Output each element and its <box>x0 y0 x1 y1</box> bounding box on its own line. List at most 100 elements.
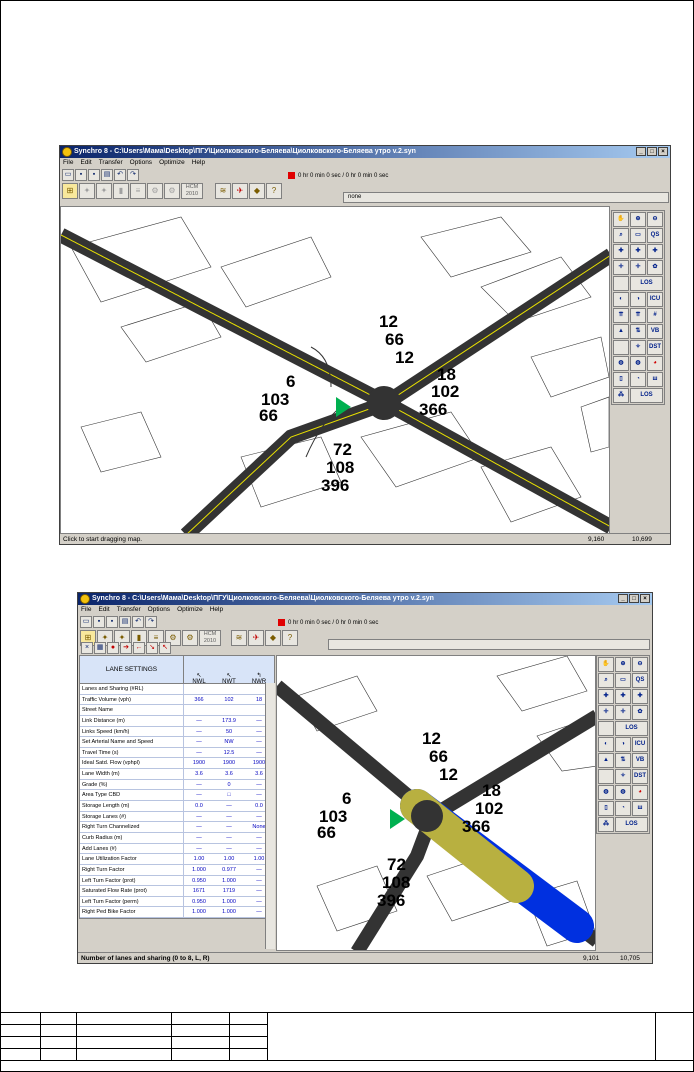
menu-options[interactable]: Options <box>148 605 170 615</box>
node-dot-icon[interactable]: ● <box>107 642 119 654</box>
network-map[interactable]: 12 66 12 18 102 366 6 103 66 72 108 396 <box>61 207 610 534</box>
redo-icon[interactable]: ↷ <box>145 616 157 628</box>
zoom-scale-icon[interactable]: QS <box>647 228 663 243</box>
move-node-icon[interactable]: ✚ <box>630 244 646 259</box>
lane-group-icon[interactable]: ⇈ <box>613 308 629 323</box>
row-cell[interactable]: 1.000 <box>214 907 244 917</box>
row-cell[interactable] <box>214 684 244 694</box>
report-icon[interactable]: ≋ <box>215 183 231 199</box>
zoom-scale-icon[interactable]: QS <box>632 673 648 688</box>
zoom-out-icon[interactable]: ⊖ <box>647 212 663 227</box>
signal-icon[interactable]: ◐ <box>598 737 614 752</box>
row-cell[interactable]: 173.9 <box>214 716 244 726</box>
node-settings-icon[interactable]: ✿ <box>632 705 648 720</box>
arrow-nw-icon[interactable]: ↖ <box>159 642 171 654</box>
icu-button[interactable]: ICU <box>647 292 663 307</box>
arrow-right-icon[interactable]: ➔ <box>120 642 132 654</box>
row-cell[interactable] <box>214 705 244 715</box>
row-cell[interactable]: 50 <box>214 727 244 737</box>
row-cell[interactable] <box>184 705 214 715</box>
delete-node-icon[interactable]: ✚ <box>632 689 648 704</box>
vb-button[interactable]: VB <box>647 324 663 339</box>
menu-transfer[interactable]: Transfer <box>99 158 123 168</box>
pie-chart-icon[interactable]: ◕ <box>647 356 663 371</box>
close-button[interactable]: × <box>640 594 650 603</box>
los-bottom-button[interactable]: LOS <box>630 388 663 403</box>
los-button[interactable]: LOS <box>615 721 648 736</box>
title-bar[interactable]: Synchro 8 - C:\Users\Мама\Desktop\ПГУ\Ци… <box>78 593 652 605</box>
menu-optimize[interactable]: Optimize <box>177 605 203 615</box>
detector-settings-icon[interactable]: ⚙ <box>164 183 180 199</box>
column-nwl[interactable]: ↖ NWL <box>184 656 214 685</box>
lock-icon[interactable]: ▲ <box>613 324 629 339</box>
row-cell[interactable]: 1.000 <box>214 876 244 886</box>
sim-car-icon[interactable]: ◆ <box>249 183 265 199</box>
show-volumes-icon[interactable]: ◍ <box>630 356 646 371</box>
hcm-2010-button[interactable]: HCM 2010 <box>181 183 203 199</box>
detector-icon[interactable]: ▯ <box>598 801 614 816</box>
node-name-field[interactable] <box>328 639 650 650</box>
pie-chart-icon[interactable]: ◕ <box>632 785 648 800</box>
show-signals-icon[interactable]: ◍ <box>598 785 614 800</box>
menu-optimize[interactable]: Optimize <box>159 158 185 168</box>
menu-edit[interactable]: Edit <box>98 605 109 615</box>
row-cell[interactable]: — <box>184 727 214 737</box>
help-icon[interactable]: ? <box>266 183 282 199</box>
maximize-button[interactable]: □ <box>629 594 639 603</box>
close-grid-icon[interactable]: × <box>81 642 93 654</box>
timing-settings-icon[interactable]: ✦ <box>96 183 112 199</box>
row-cell[interactable] <box>184 684 214 694</box>
undo-icon[interactable]: ↶ <box>114 169 126 181</box>
minimize-button[interactable]: _ <box>618 594 628 603</box>
stop-icon[interactable] <box>288 172 295 179</box>
row-cell[interactable]: 0 <box>214 780 244 790</box>
arrow-left-icon[interactable]: ← <box>133 642 145 654</box>
row-cell[interactable]: 0.950 <box>184 897 214 907</box>
column-nwr[interactable]: ↰ NWR <box>244 656 274 685</box>
zoom-window-icon[interactable]: ▭ <box>630 228 646 243</box>
row-cell[interactable]: — <box>214 801 244 811</box>
icu-button[interactable]: ICU <box>632 737 648 752</box>
delete-node-icon[interactable]: ✚ <box>647 244 663 259</box>
row-cell[interactable]: 0.0 <box>184 801 214 811</box>
move-node-icon[interactable]: ✚ <box>615 689 631 704</box>
node-name-field[interactable]: none <box>343 192 669 203</box>
route-icon[interactable]: ⁂ <box>598 817 614 832</box>
arrow-se-icon[interactable]: ↘ <box>146 642 158 654</box>
distance-icon[interactable]: ✧ <box>615 769 631 784</box>
row-cell[interactable]: □ <box>214 790 244 800</box>
add-link-icon[interactable]: ✛ <box>598 705 614 720</box>
vb-button[interactable]: VB <box>632 753 648 768</box>
dst-button[interactable]: DST <box>632 769 648 784</box>
los-bottom-button[interactable]: LOS <box>615 817 648 832</box>
map-view[interactable]: 12 66 12 18 102 366 6 103 66 72 108 396 <box>60 206 610 534</box>
node-settings-icon[interactable]: ✿ <box>647 260 663 275</box>
redo-icon[interactable]: ↷ <box>127 169 139 181</box>
menu-file[interactable]: File <box>81 605 91 615</box>
car-los-icon[interactable]: ◔ <box>615 801 631 816</box>
row-cell[interactable]: 1719 <box>214 886 244 896</box>
detector-icon[interactable]: ▯ <box>613 372 629 387</box>
column-nwt[interactable]: ↖ NWT <box>214 656 244 685</box>
zoom-in-icon[interactable]: ⊕ <box>615 657 631 672</box>
menu-edit[interactable]: Edit <box>80 158 91 168</box>
row-cell[interactable]: 3.6 <box>214 769 244 779</box>
print-icon[interactable]: ▤ <box>101 169 113 181</box>
show-signals-icon[interactable]: ◍ <box>613 356 629 371</box>
signing-settings-icon[interactable]: ▮ <box>113 183 129 199</box>
pan-hand-icon[interactable]: ✋ <box>613 212 629 227</box>
zoom-all-icon[interactable]: ⌕ <box>598 673 614 688</box>
signal-green-icon[interactable]: ◑ <box>630 292 646 307</box>
row-cell[interactable]: — <box>184 790 214 800</box>
row-cell[interactable]: — <box>214 822 244 832</box>
signal-icon[interactable]: ◐ <box>613 292 629 307</box>
row-cell[interactable]: — <box>184 780 214 790</box>
row-cell[interactable]: 1671 <box>184 886 214 896</box>
sort-icon[interactable]: ⇅ <box>615 753 631 768</box>
sort-icon[interactable]: ⇅ <box>630 324 646 339</box>
menu-transfer[interactable]: Transfer <box>117 605 141 615</box>
volume-settings-icon[interactable]: ✦ <box>79 183 95 199</box>
save-icon[interactable]: ▪ <box>93 616 105 628</box>
row-cell[interactable]: 3.6 <box>184 769 214 779</box>
row-cell[interactable]: — <box>184 812 214 822</box>
